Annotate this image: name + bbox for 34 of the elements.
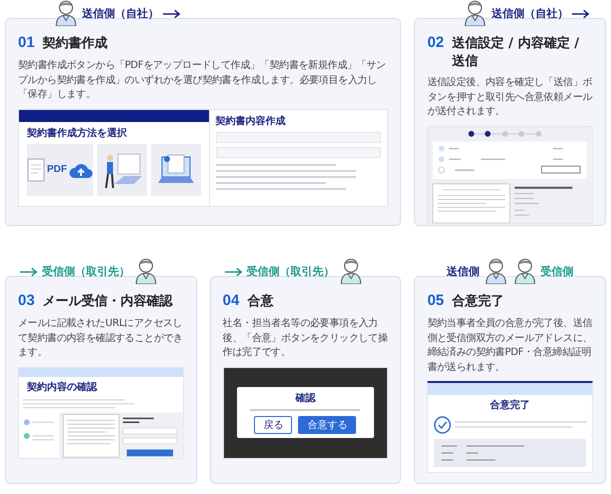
step-number: 03 bbox=[18, 291, 35, 311]
step-description: 契約当事者全員の合意が完了後、送信側と受信側双方のメールアドレスに、締結済みの契約書PDF・合意締結証明書が送られます。 bbox=[427, 317, 593, 375]
step-number: 04 bbox=[222, 291, 240, 311]
step-title: 合意 bbox=[247, 293, 274, 311]
document-icon bbox=[27, 158, 45, 182]
agree-button[interactable]: 合意する bbox=[298, 416, 356, 434]
step-title: 契約書作成 bbox=[42, 35, 108, 53]
sender-label: 送信側 bbox=[446, 264, 480, 279]
step-number: 02 bbox=[427, 33, 444, 53]
receiver-label: 受信側（取引先） bbox=[246, 264, 335, 279]
sender-label: 送信側（自社） bbox=[491, 6, 568, 21]
sender-label: 送信側（自社） bbox=[82, 6, 159, 21]
arrow-icon bbox=[224, 267, 244, 277]
arrow-icon bbox=[571, 9, 592, 19]
pdf-label: PDF bbox=[47, 164, 67, 176]
step-description: 契約書作成ボタンから「PDFをアップロードして作成」「契約書を新規作成」「サンプルから契約書を作成」のいずれかを選び契約書を作成します。必要項目を入力し「保存」します。 bbox=[18, 59, 387, 102]
receiver-label: 受信側 bbox=[540, 264, 574, 279]
step-title: 合意完了 bbox=[452, 293, 504, 311]
arrow-icon bbox=[162, 9, 182, 19]
step-description: 社名・担当者名等の必要事項を入力後、「合意」ボタンをクリックして操作は完了です。 bbox=[222, 317, 388, 360]
dialog-title: 確認 bbox=[295, 392, 316, 406]
receiver-label: 受信側（取引先） bbox=[42, 264, 130, 279]
screen-heading: 契約書内容作成 bbox=[216, 114, 287, 128]
screen-heading: 契約内容の確認 bbox=[26, 380, 98, 394]
step-title: 送信設定 / 内容確定 / 送信 bbox=[452, 35, 580, 70]
step-description: メールに記載されたURLにアクセスして契約書の内容を確認することができます。 bbox=[18, 317, 184, 360]
arrow-icon bbox=[19, 267, 39, 277]
step-title: メール受信・内容確認 bbox=[42, 293, 173, 311]
step-number: 05 bbox=[427, 291, 444, 311]
screen-heading: 合意完了 bbox=[490, 398, 530, 412]
step-number: 01 bbox=[18, 33, 35, 53]
back-button[interactable]: 戻る bbox=[254, 416, 292, 434]
step-description: 送信設定後、内容を確定し「送信」ボタンを押すと取引先へ合意依頼メールが送付されます。 bbox=[427, 76, 593, 120]
screen-heading: 契約書作成方法を選択 bbox=[26, 126, 128, 140]
